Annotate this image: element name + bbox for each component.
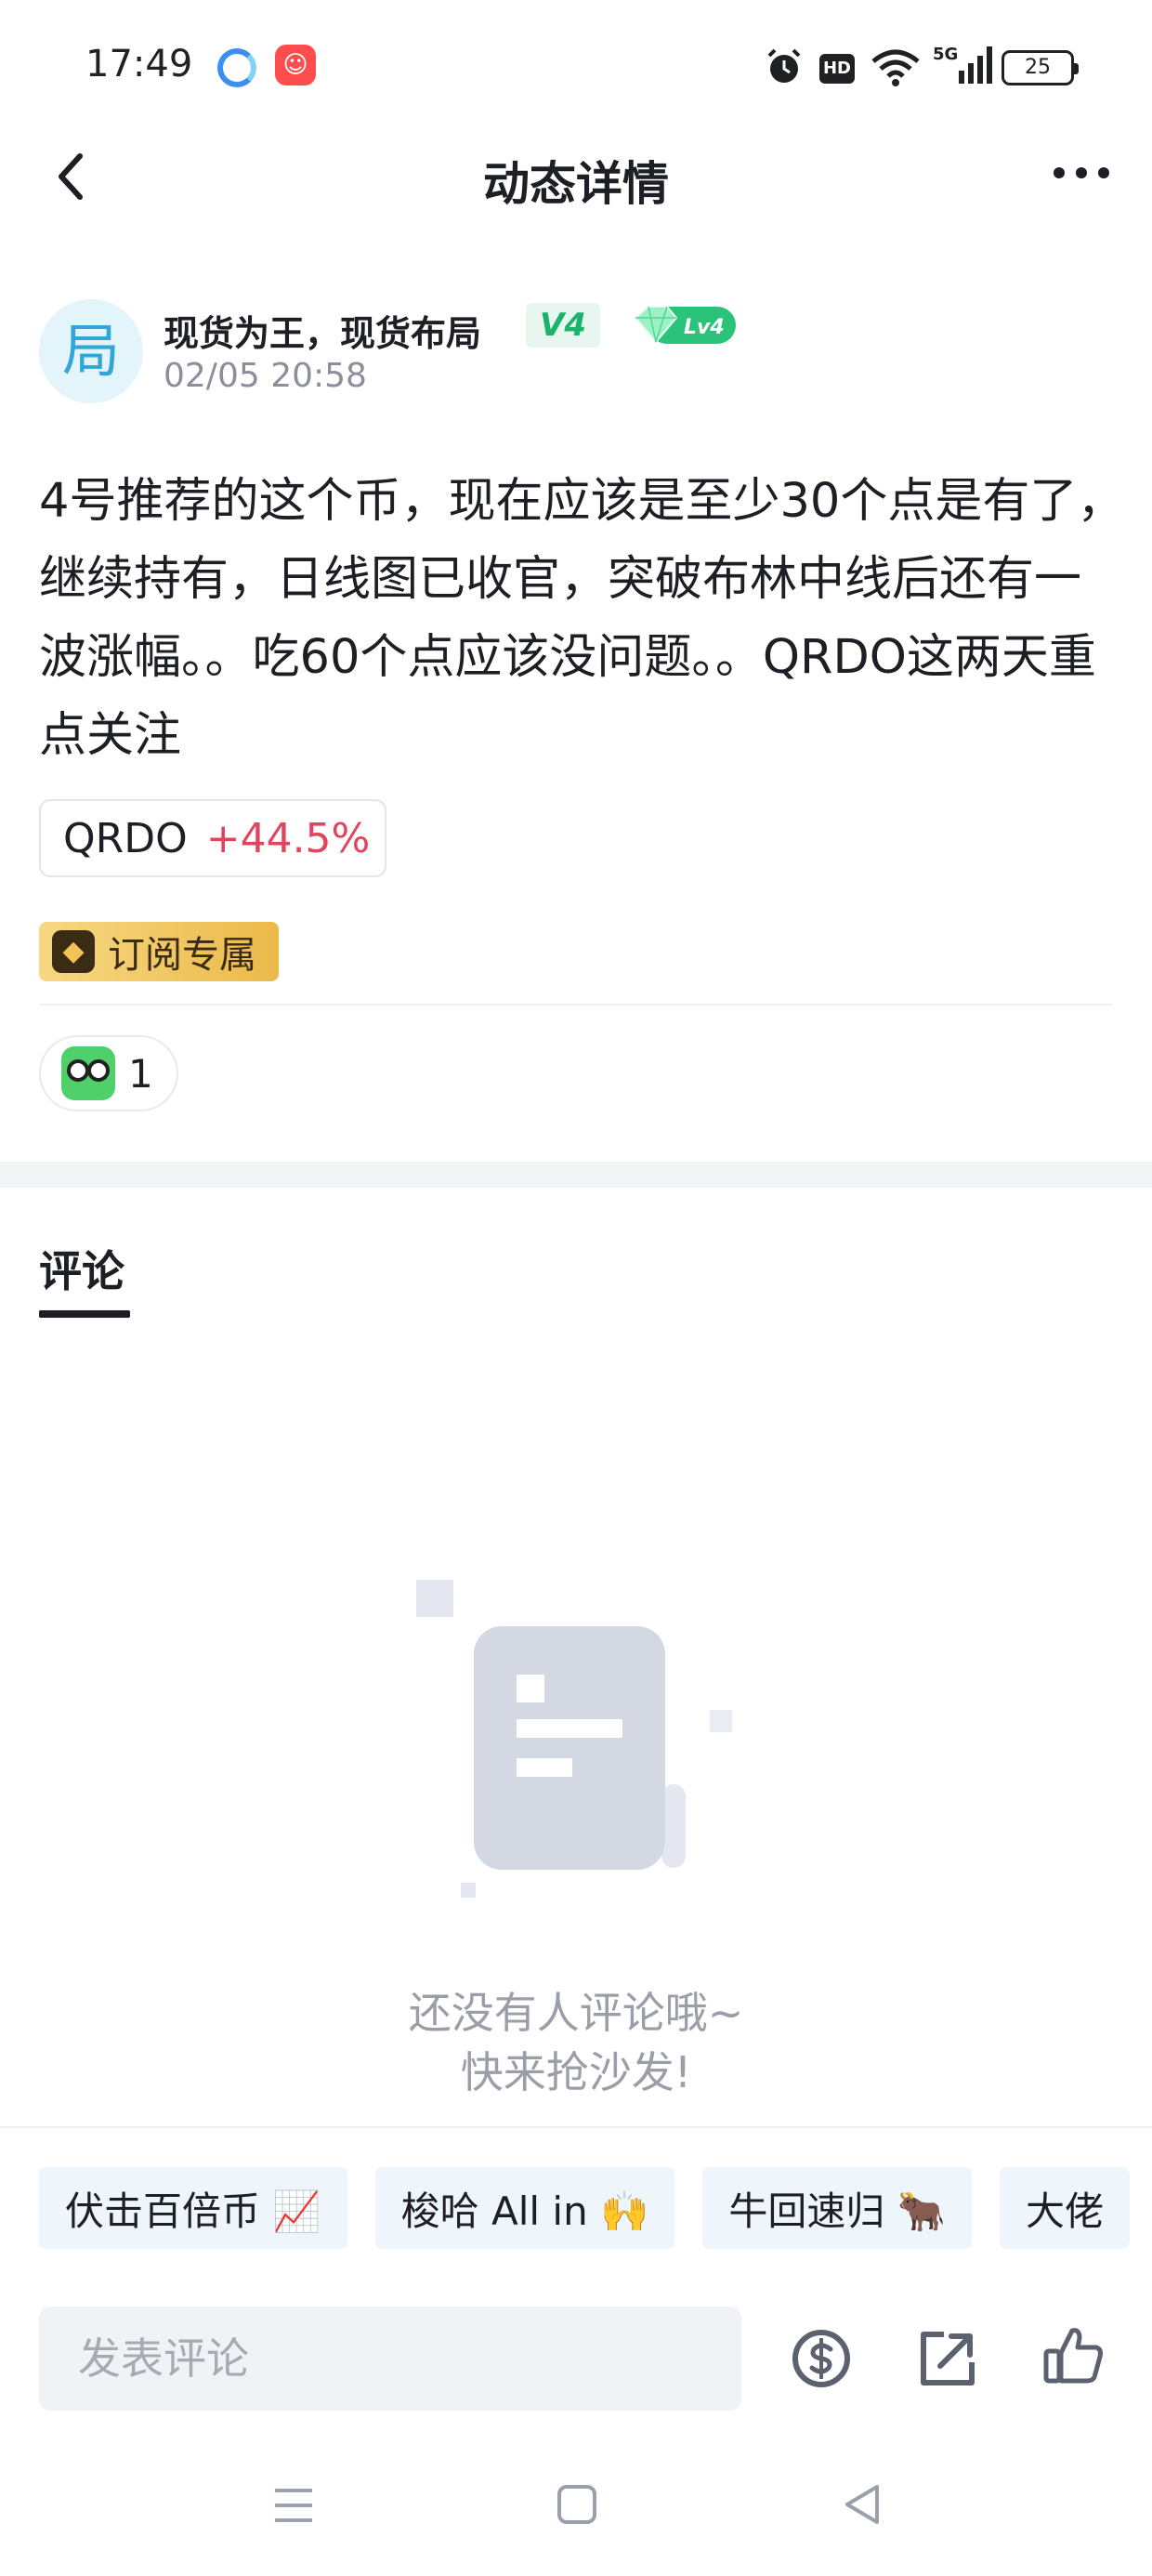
app-notification-icon-red: ☺ <box>275 45 316 85</box>
post-content: 4号推荐的这个币，现在应该是至少30个点是有了，继续持有，日线图已收官，突破布林… <box>39 474 1125 763</box>
status-time: 17:49 <box>85 43 193 85</box>
coin-symbol: QRDO <box>63 814 188 862</box>
post-timestamp: 02/05 20:58 <box>164 357 367 395</box>
battery-icon: 25 <box>1001 50 1079 85</box>
empty-document-icon <box>416 1580 732 1898</box>
quick-comment-chips: 伏击百倍币 📈 梭哈 All in 🙌 牛回速归 🐂 大佬 <box>39 2167 1152 2249</box>
divider <box>0 2126 1152 2128</box>
nav-back-icon[interactable] <box>840 2481 884 2528</box>
quick-chip[interactable]: 梭哈 All in 🙌 <box>374 2167 675 2249</box>
coin-change: +44.5% <box>205 814 371 862</box>
avatar[interactable]: 局 <box>39 299 143 403</box>
coin-tag[interactable]: QRDO +44.5% <box>39 799 386 877</box>
wifi-icon <box>871 49 920 86</box>
comment-input[interactable] <box>39 2307 741 2411</box>
section-separator <box>0 1162 1152 1188</box>
quick-chip[interactable]: 伏击百倍币 📈 <box>39 2167 347 2249</box>
coin-icon[interactable] <box>788 2325 855 2392</box>
empty-state-text: 还没有人评论哦~ <box>408 1988 744 2038</box>
quick-chip[interactable]: 大佬 <box>1000 2167 1131 2249</box>
more-dot-icon <box>1098 167 1109 178</box>
home-button[interactable] <box>557 2485 596 2524</box>
cell-signal-icon: 5G <box>933 45 992 84</box>
tab-comments[interactable]: 评论 <box>39 1238 124 1299</box>
alarm-icon <box>767 48 801 83</box>
lv-badge-icon: Lv4 <box>634 306 736 344</box>
empty-state-subtext: 快来抢沙发! <box>460 2047 692 2097</box>
tab-active-indicator <box>39 1310 130 1318</box>
subscription-label: 订阅专属 <box>108 934 256 977</box>
subscription-badge: ◆ 订阅专属 <box>39 922 279 981</box>
page-title: 动态详情 <box>483 157 669 211</box>
more-dot-icon <box>1054 167 1065 178</box>
more-options-button[interactable] <box>1054 167 1109 186</box>
reaction-button[interactable]: 1 <box>39 1035 178 1111</box>
reaction-count: 1 <box>128 1050 153 1097</box>
green-monster-emoji-icon <box>61 1046 115 1100</box>
author-name[interactable]: 现货为王，现货布局 <box>164 305 481 356</box>
svg-text:5G: 5G <box>933 45 958 64</box>
svg-text:Lv4: Lv4 <box>684 316 725 339</box>
divider <box>39 1004 1113 1005</box>
app-notification-icon <box>217 48 256 87</box>
diamond-icon: ◆ <box>52 930 95 973</box>
v-level-badge: V4 <box>526 303 600 348</box>
thumbs-up-icon[interactable] <box>1041 2321 1107 2388</box>
menu-icon[interactable] <box>273 2485 314 2526</box>
quick-chip[interactable]: 牛回速归 🐂 <box>702 2167 973 2249</box>
hd-icon: HD <box>819 54 855 84</box>
share-icon[interactable] <box>914 2325 981 2392</box>
more-dot-icon <box>1076 167 1087 178</box>
